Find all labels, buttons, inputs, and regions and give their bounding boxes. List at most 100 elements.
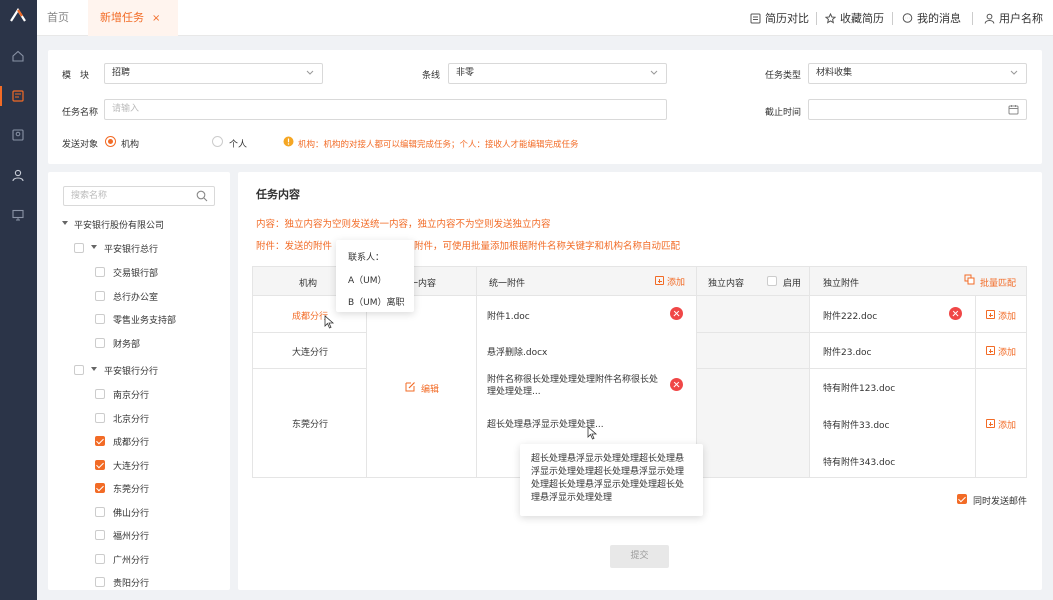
radio-org[interactable]: [105, 136, 116, 147]
edit-label: 编辑: [421, 385, 440, 395]
tree-node[interactable]: 总行办公室: [113, 290, 158, 303]
add-indep-label: 添加: [998, 312, 1017, 322]
messages-label: 我的消息: [917, 12, 961, 25]
tab-home[interactable]: 首页: [47, 0, 69, 36]
tree-node[interactable]: 贵阳分行: [113, 576, 149, 589]
add-icon: [986, 346, 995, 355]
tree-node[interactable]: 南京分行: [113, 388, 149, 401]
caret-down-icon[interactable]: [91, 245, 97, 249]
tree-node-checkbox[interactable]: [95, 530, 105, 540]
compare-icon: [750, 13, 761, 23]
send-target-label: 发送对象: [62, 140, 99, 150]
tree-node[interactable]: 福州分行: [113, 529, 149, 542]
delete-icon[interactable]: [670, 378, 683, 391]
tree-node[interactable]: 财务部: [113, 337, 140, 350]
tree-node-checkbox[interactable]: [95, 436, 105, 446]
chevron-down-icon: [650, 70, 658, 75]
divider: [253, 332, 366, 333]
unified-attachment[interactable]: 悬浮删除.docx: [487, 345, 547, 358]
tree-node-checkbox[interactable]: [95, 267, 105, 277]
tree-group-checkbox[interactable]: [74, 365, 84, 375]
unified-attachment[interactable]: 附件1.doc: [487, 309, 530, 322]
tree-node-checkbox[interactable]: [95, 506, 105, 517]
org-chengdu[interactable]: 成都分行: [292, 309, 328, 322]
indep-attachment[interactable]: 特有附件33.doc: [823, 418, 889, 431]
user-icon: [984, 13, 995, 24]
calendar-icon[interactable]: [1008, 104, 1019, 115]
tree-group[interactable]: 平安银行总行: [104, 242, 158, 255]
radio-person[interactable]: [212, 136, 223, 147]
enable-checkbox[interactable]: [767, 276, 777, 286]
caret-down-icon[interactable]: [91, 367, 97, 371]
indep-attachment[interactable]: 特有附件343.doc: [823, 455, 895, 468]
col-indep-attach: 独立附件: [823, 279, 860, 289]
tree-node[interactable]: 大连分行: [113, 459, 149, 472]
messages-link[interactable]: 我的消息: [902, 0, 961, 36]
cursor-icon: [324, 315, 335, 329]
tree-node-checkbox[interactable]: [95, 553, 105, 564]
task-name-input[interactable]: 请输入: [104, 99, 667, 120]
divider: [696, 332, 1026, 333]
unified-attachment[interactable]: 附件名称很长处理处理处理附件名称很长处理处理处理...: [487, 374, 662, 398]
tree-root[interactable]: 平安银行股份有限公司: [74, 218, 164, 231]
tree-group-checkbox[interactable]: [74, 243, 84, 253]
user-menu[interactable]: 用户名称: [984, 0, 1043, 36]
user-name: 用户名称: [999, 12, 1043, 25]
tree-node[interactable]: 零售业务支持部: [113, 313, 176, 326]
search-icon[interactable]: [196, 190, 208, 202]
indep-attachment[interactable]: 附件222.doc: [823, 309, 877, 322]
resume-compare-link[interactable]: 简历对比: [750, 0, 809, 36]
attachment-tooltip: 超长处理悬浮显示处理处理超长处理悬浮显示处理处理超长处理悬浮显示处理处理超长处理…: [520, 444, 703, 516]
cursor-icon: [587, 426, 598, 440]
user-icon[interactable]: [11, 168, 25, 182]
add-indep-label: 添加: [998, 421, 1017, 431]
tree-search-input[interactable]: 搜索名称: [63, 186, 215, 206]
tab-new-task[interactable]: 新增任务 ×: [88, 0, 178, 36]
close-icon[interactable]: ×: [152, 13, 160, 24]
tree-node-checkbox[interactable]: [95, 483, 105, 493]
task-icon[interactable]: [11, 89, 25, 103]
delete-icon[interactable]: [949, 307, 962, 320]
line-select[interactable]: 非零: [448, 63, 667, 84]
tree-node-checkbox[interactable]: [95, 389, 105, 399]
monitor-icon[interactable]: [11, 208, 25, 222]
task-name-label: 任务名称: [62, 108, 99, 118]
star-icon: [825, 12, 836, 24]
contact-item: A（UM）: [348, 276, 387, 286]
task-type-select[interactable]: 材料收集: [808, 63, 1027, 84]
send-email-checkbox[interactable]: [957, 494, 967, 504]
tree-node-checkbox[interactable]: [95, 577, 105, 587]
submit-button[interactable]: 提交: [610, 545, 669, 568]
send-email-label[interactable]: 同时发送邮件: [973, 494, 1027, 507]
favorites-link[interactable]: 收藏简历: [825, 0, 884, 36]
delete-icon[interactable]: [670, 307, 683, 320]
radio-org-label[interactable]: 机构: [121, 137, 139, 150]
divider: [809, 267, 810, 477]
favorites-label: 收藏简历: [840, 12, 884, 25]
rail-active-indicator: [0, 86, 2, 106]
home-icon[interactable]: [11, 49, 25, 63]
tree-node[interactable]: 东莞分行: [113, 482, 149, 495]
indep-attachment[interactable]: 特有附件123.doc: [823, 381, 895, 394]
deadline-datepicker[interactable]: [808, 99, 1027, 120]
tree-node-checkbox[interactable]: [95, 314, 105, 324]
tree-node-checkbox[interactable]: [95, 459, 105, 470]
tree-node-checkbox[interactable]: [95, 337, 105, 348]
tree-node[interactable]: 佛山分行: [113, 506, 149, 519]
tree-node[interactable]: 成都分行: [113, 435, 149, 448]
caret-down-icon[interactable]: [62, 221, 68, 225]
tree-group[interactable]: 平安银行分行: [104, 364, 158, 377]
radio-person-label[interactable]: 个人: [229, 137, 247, 150]
org-dalian: 大连分行: [292, 348, 329, 358]
tree-node-checkbox[interactable]: [95, 412, 105, 423]
add-icon: [986, 310, 995, 319]
tree-node-checkbox[interactable]: [95, 290, 105, 301]
tree-node[interactable]: 广州分行: [113, 553, 149, 566]
tree-node[interactable]: 北京分行: [113, 412, 149, 425]
module-select[interactable]: 招聘: [104, 63, 323, 84]
resume-icon[interactable]: [11, 128, 25, 142]
send-target-hint: 机构：机构的对接人都可以编辑完成任务；个人：接收人才能编辑完成任务: [298, 140, 579, 150]
tree-node[interactable]: 交易银行部: [113, 266, 158, 279]
indep-attachment[interactable]: 附件23.doc: [823, 345, 871, 358]
task-type-label: 任务类型: [765, 71, 802, 81]
